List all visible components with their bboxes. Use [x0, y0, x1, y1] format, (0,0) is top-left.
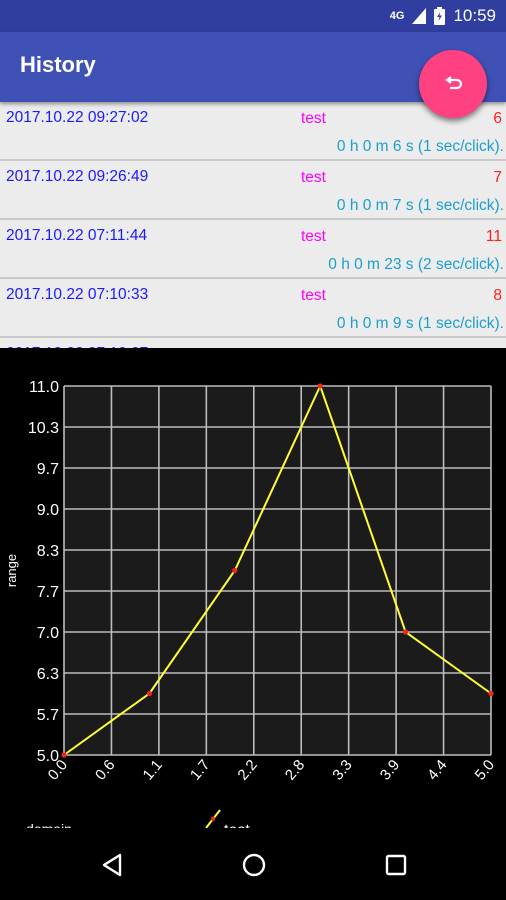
- history-row[interactable]: 2017.10.22 07:10:33 test 8 0 h 0 m 9 s (1 s…: [0, 279, 506, 338]
- x-tick-label: 2.8: [282, 757, 308, 784]
- x-tick-label: 5.0: [472, 757, 498, 784]
- status-time: 10:59: [453, 6, 496, 25]
- history-count: 11: [485, 228, 502, 245]
- y-axis-label: range: [4, 554, 19, 587]
- status-bar: 4G 10:59: [0, 0, 506, 32]
- history-date: 2017.10.22 07:11:44: [6, 227, 148, 244]
- history-row[interactable]: 2017.10.22 07:10:07test1: [0, 338, 506, 348]
- history-count: 6: [493, 110, 502, 127]
- y-tick-label: 9.0: [37, 502, 59, 519]
- data-point: [317, 383, 323, 389]
- y-tick-label: 7.7: [37, 584, 59, 601]
- status-icons: 4G 10:59: [390, 6, 496, 26]
- history-date: 2017.10.22 07:10:33: [6, 286, 149, 303]
- home-icon: [242, 853, 266, 877]
- history-name: test: [301, 169, 326, 186]
- home-button[interactable]: [239, 850, 269, 880]
- history-list[interactable]: 2017.10.22 09:27:02 test 6 0 h 0 m 6 s (1 s…: [0, 102, 506, 348]
- history-duration: 0 h 0 m 6 s (1 sec/click).: [336, 138, 504, 155]
- data-point: [403, 629, 409, 635]
- history-duration: 0 h 0 m 9 s (1 sec/click).: [336, 315, 504, 332]
- y-tick-label: 5.0: [37, 748, 59, 765]
- history-name: test: [301, 287, 326, 304]
- x-tick-label: 2.2: [234, 757, 260, 784]
- x-tick-label: 1.7: [187, 757, 213, 784]
- data-point: [61, 752, 67, 758]
- history-count: 7: [493, 169, 502, 186]
- history-row[interactable]: 2017.10.22 09:27:02 test 6 0 h 0 m 6 s (1 s…: [0, 102, 506, 161]
- network-icon: 4G: [389, 10, 405, 22]
- page-title: History: [20, 52, 96, 77]
- chart-svg: 0.0 0.6 1.1 1.7 2.2 2.8 3.3 3.9 4.4 5.05.05.76.37…: [4, 379, 498, 839]
- data-point: [146, 690, 152, 697]
- history-duration: 0 h 0 m 7 s (1 sec/click).: [336, 197, 504, 214]
- y-tick-label: 7.0: [37, 625, 59, 642]
- undo-icon: [445, 76, 463, 90]
- data-point: [488, 690, 494, 697]
- undo-button[interactable]: [419, 50, 487, 118]
- x-axis-label: domain: [26, 821, 72, 828]
- recents-icon: [385, 854, 407, 876]
- history-date: 2017.10.22 09:27:02: [6, 109, 149, 126]
- y-tick-label: 6.3: [37, 666, 59, 683]
- y-tick-label: 10.3: [28, 420, 59, 437]
- history-row[interactable]: 2017.10.22 09:26:49 test 7 0 h 0 m 7 s (1 s…: [0, 161, 506, 220]
- x-tick-label: 4.4: [424, 757, 450, 784]
- legend-marker: [210, 816, 216, 822]
- history-name: test: [301, 110, 326, 127]
- history-name: test: [301, 228, 326, 245]
- y-tick-label: 8.3: [37, 543, 59, 560]
- history-chart: 0.0 0.6 1.1 1.7 2.2 2.8 3.3 3.9 4.4 5.0 5.0 5.7 6.3 7…: [0, 348, 506, 839]
- history-row[interactable]: 2017.10.22 07:11:44 test 11 0 h 0 m 23 s (2…: [0, 220, 506, 279]
- navigation-bar: [0, 828, 506, 900]
- x-tick-label: 0.6: [92, 757, 118, 784]
- history-count: 8: [493, 287, 502, 304]
- battery-icon: [434, 7, 446, 25]
- plot-area: [64, 386, 491, 755]
- signal-icon: [412, 8, 427, 24]
- x-tick-label: 3.3: [329, 757, 355, 784]
- y-tick-label: 11.0: [29, 379, 59, 396]
- back-button[interactable]: [97, 850, 127, 880]
- back-icon: [102, 853, 122, 877]
- data-point: [232, 567, 238, 574]
- history-duration: 0 h 0 m 23 s (2 sec/click).: [328, 256, 504, 273]
- recents-button[interactable]: [381, 850, 411, 880]
- x-tick-label: 1.1: [140, 757, 166, 784]
- y-tick-label: 9.7: [37, 461, 59, 478]
- history-date: 2017.10.22 09:26:49: [6, 168, 149, 185]
- y-tick-label: 5.7: [37, 707, 59, 724]
- x-tick-label: 3.9: [377, 757, 403, 784]
